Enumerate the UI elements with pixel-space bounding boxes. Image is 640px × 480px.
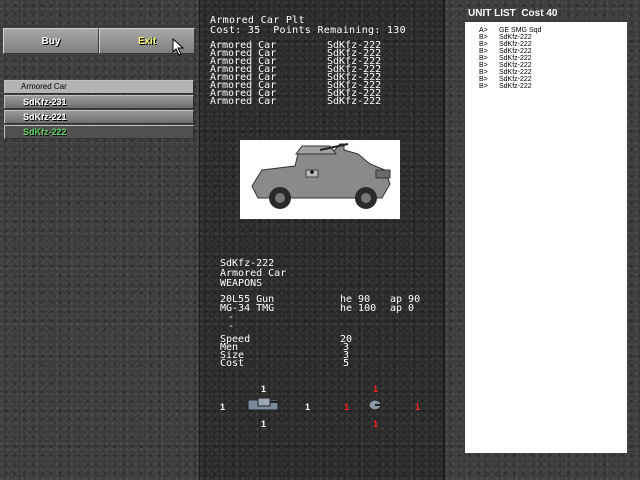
unit-info: SdKfz-222 Armored Car WEAPONS [220, 259, 286, 289]
hull-armor-bottom: 1 [261, 419, 267, 429]
unit-list-row[interactable]: A> GE SMG Sqd [465, 27, 627, 34]
weapon-row: MG-34 TMG he 100 ap 0 [220, 303, 415, 314]
hull-armor-top: 1 [261, 384, 267, 394]
unit-type-item-selected[interactable]: SdKfz-222 [4, 125, 194, 139]
platoon-roster: Armored Car SdKfz-222 Armored Car SdKfz-22… [210, 41, 381, 107]
turret-armor-bottom: 1 [373, 419, 379, 429]
vehicle-hull-icon [247, 397, 280, 411]
unit-list-row[interactable]: B> SdKfz-222 [465, 55, 627, 62]
unit-list-title: UNIT LIST Cost 40 [468, 8, 558, 19]
purchase-panel: Buy Exit Armored Car SdKfz-231 SdKfz-221… [0, 0, 199, 480]
unit-stats: Speed 20 Men 3 Size 3 Cost 5 [220, 334, 353, 369]
weapons-table: 20L55 Gun he 90 ap 90 MG-34 TMG he 100 ap 0 … [220, 295, 420, 332]
turret-icon [368, 399, 382, 411]
unit-list-row[interactable]: B> SdKfz-222 [465, 34, 627, 41]
weapons-header: WEAPONS [220, 278, 263, 289]
unit-type-item[interactable]: SdKfz-231 [4, 95, 194, 109]
unit-type-item[interactable]: SdKfz-221 [4, 110, 194, 124]
stat-row: Speed 20 [220, 334, 353, 345]
armored-car-image [240, 140, 400, 219]
unit-list-row[interactable]: B> SdKfz-222 [465, 62, 627, 69]
platoon-title: Armored Car Plt [210, 15, 305, 26]
hull-armor-right: 1 [305, 402, 311, 412]
buy-button[interactable]: Buy [3, 28, 99, 54]
unit-list-row[interactable]: B> SdKfz-222 [465, 76, 627, 83]
unit-type-list: Armored Car SdKfz-231 SdKfz-221 SdKfz-22… [4, 80, 194, 140]
roster-row[interactable]: Armored Car SdKfz-222 [210, 97, 381, 107]
unit-list-row[interactable]: B> SdKfz-222 [465, 48, 627, 55]
stat-row: Cost 5 [220, 358, 350, 369]
turret-armor-right: 1 [415, 402, 421, 412]
platoon-cost-line: Cost: 35 Points Remaining: 130 [210, 25, 406, 36]
unit-list-box: A> GE SMG Sqd B> SdKfz-222 B> SdKfz-222 B> S… [465, 22, 627, 453]
unit-list-row[interactable]: B> SdKfz-222 [465, 69, 627, 76]
unit-list-row[interactable]: B> SdKfz-222 [465, 41, 627, 48]
turret-armor-top: 1 [373, 384, 379, 394]
weapon-row: - [228, 312, 235, 323]
weapon-row: - [228, 321, 235, 332]
unit-detail-panel: Armored Car Plt Cost: 35 Points Remainin… [200, 0, 444, 480]
unit-list-row[interactable]: B> SdKfz-222 [465, 83, 627, 90]
turret-armor-left: 1 [344, 402, 350, 412]
unit-list-panel: UNIT LIST Cost 40 A> GE SMG Sqd B> SdKfz-2… [445, 0, 640, 480]
hull-armor-left: 1 [220, 402, 226, 412]
arrow-cursor-icon [172, 38, 185, 56]
unit-type-header: Armored Car [4, 80, 194, 94]
